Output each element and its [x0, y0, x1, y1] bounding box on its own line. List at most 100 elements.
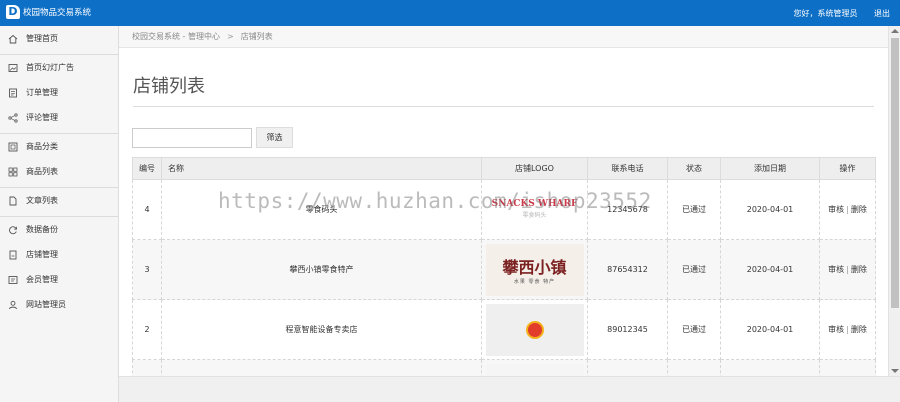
image-icon — [8, 63, 18, 73]
delete-link[interactable]: 删除 — [851, 325, 867, 334]
audit-link[interactable]: 审核 — [828, 205, 844, 214]
sidebar-item-label: 首页幻灯广告 — [26, 63, 74, 72]
user-greeting[interactable]: 您好，系统管理员 — [793, 9, 857, 18]
header-id: 编号 — [132, 157, 162, 180]
refresh-icon — [8, 225, 18, 235]
table-row: 3 攀西小镇零食特产 攀西小镇 水果 零食 特产 87654312 已通过 20… — [132, 239, 876, 300]
header-phone: 联系电话 — [587, 157, 668, 180]
home-icon — [8, 34, 18, 44]
cell-status: 已通过 — [667, 179, 721, 240]
logo-text: 攀西小镇 — [502, 258, 567, 277]
action-separator: | — [846, 205, 849, 214]
user-icon — [8, 300, 18, 310]
delete-link[interactable]: 删除 — [851, 265, 867, 274]
cell-id: 3 — [132, 239, 162, 300]
main-content: 校园交易系统 - 管理中心 > 店铺列表 店铺列表 筛选 编号 名称 店铺LOGO … — [119, 26, 888, 402]
cell-actions: 审核 | 删除 — [819, 299, 876, 360]
grid-icon — [8, 167, 18, 177]
filter-button[interactable]: 筛选 — [256, 127, 293, 148]
sidebar-item-members[interactable]: 会员管理 — [0, 267, 118, 292]
sidebar-item-label: 网站管理员 — [26, 300, 66, 309]
sidebar-item-banner-ads[interactable]: 首页幻灯广告 — [0, 54, 118, 80]
document-icon — [8, 196, 18, 206]
sidebar-item-dashboard[interactable]: 管理首页 — [0, 26, 118, 51]
audit-link[interactable]: 审核 — [828, 265, 844, 274]
shop-logo-image — [485, 303, 584, 356]
cell-name: 攀西小镇零食特产 — [161, 239, 482, 300]
sidebar-item-label: 评论管理 — [26, 113, 58, 122]
sidebar-item-articles[interactable]: 文章列表 — [0, 187, 118, 213]
breadcrumb-current: 店铺列表 — [240, 32, 273, 41]
cell-phone: 87654312 — [587, 239, 668, 300]
breadcrumb: 校园交易系统 - 管理中心 > 店铺列表 — [119, 26, 888, 48]
title-divider — [133, 106, 874, 107]
logo-subtext: 水果 零食 特产 — [513, 279, 556, 285]
sidebar-item-products[interactable]: 商品列表 — [0, 159, 118, 184]
sidebar-item-categories[interactable]: 商品分类 — [0, 133, 118, 159]
header-date: 添加日期 — [720, 157, 820, 180]
cell-date: 2020-04-01 — [720, 179, 820, 240]
order-icon — [8, 88, 18, 98]
cell-id: 2 — [132, 299, 162, 360]
scroll-thumb[interactable] — [891, 38, 899, 308]
cell-logo: SNACKS WHARF 零食码头 — [481, 179, 588, 240]
sidebar-item-shops[interactable]: 店铺管理 — [0, 242, 118, 267]
sidebar-item-backup[interactable]: 数据备份 — [0, 216, 118, 242]
action-separator: | — [846, 265, 849, 274]
logout-link[interactable]: 退出 — [874, 9, 890, 18]
share-icon — [8, 112, 18, 123]
app-logo[interactable]: D 校园物品交易系统 — [6, 5, 91, 19]
cell-status: 已通过 — [667, 299, 721, 360]
header-actions: 操作 — [819, 157, 876, 180]
sidebar-item-comments[interactable]: 评论管理 — [0, 105, 118, 130]
cell-logo: 攀西小镇 水果 零食 特产 — [481, 239, 588, 300]
member-icon — [8, 275, 18, 285]
cell-phone: 89012345 — [587, 299, 668, 360]
sidebar-item-label: 商品列表 — [26, 167, 58, 176]
logo-emblem-icon — [525, 320, 544, 339]
sidebar-item-label: 管理首页 — [26, 34, 58, 43]
sidebar-item-label: 商品分类 — [26, 142, 58, 151]
header-status: 状态 — [667, 157, 721, 180]
top-bar: D 校园物品交易系统 您好，系统管理员 退出 — [0, 0, 900, 26]
shop-table: 编号 名称 店铺LOGO 联系电话 状态 添加日期 操作 4 零食码头 SNAC… — [132, 157, 876, 402]
cell-actions: 审核 | 删除 — [819, 179, 876, 240]
sidebar-item-orders[interactable]: 订单管理 — [0, 80, 118, 105]
cell-logo — [481, 299, 588, 360]
sidebar-item-label: 文章列表 — [26, 196, 58, 205]
sidebar-item-label: 会员管理 — [26, 275, 58, 284]
logo-icon: D — [6, 5, 20, 19]
bottom-bar — [119, 376, 900, 402]
audit-link[interactable]: 审核 — [828, 325, 844, 334]
page-title: 店铺列表 — [133, 76, 205, 97]
sidebar-item-admins[interactable]: 网站管理员 — [0, 292, 118, 317]
table-row: 4 零食码头 SNACKS WHARF 零食码头 12345678 已通过 20… — [132, 179, 876, 240]
sidebar-item-label: 店铺管理 — [26, 250, 58, 259]
logo-subtext: 零食码头 — [522, 211, 547, 219]
breadcrumb-root[interactable]: 校园交易系统 - 管理中心 — [132, 32, 220, 41]
vertical-scrollbar[interactable] — [888, 26, 900, 376]
sidebar-item-label: 数据备份 — [26, 225, 58, 234]
sidebar-item-label: 订单管理 — [26, 88, 58, 97]
cell-date: 2020-04-01 — [720, 239, 820, 300]
cell-name: 程意智能设备专卖店 — [161, 299, 482, 360]
scroll-down-icon[interactable] — [891, 369, 899, 373]
cell-status: 已通过 — [667, 239, 721, 300]
cell-id: 4 — [132, 179, 162, 240]
filter-input[interactable] — [132, 128, 252, 148]
cell-date: 2020-04-01 — [720, 299, 820, 360]
category-icon — [8, 142, 18, 152]
shop-icon — [8, 250, 18, 260]
shop-logo-image: 攀西小镇 水果 零食 特产 — [485, 243, 584, 296]
sidebar: 管理首页 首页幻灯广告 订单管理 评论管理 商品分类 商品列表 文章列表 数据备… — [0, 26, 119, 402]
cell-name: 零食码头 — [161, 179, 482, 240]
action-separator: | — [846, 325, 849, 334]
breadcrumb-separator: > — [226, 32, 234, 41]
cell-phone: 12345678 — [587, 179, 668, 240]
header-logo: 店铺LOGO — [481, 157, 588, 180]
table-header-row: 编号 名称 店铺LOGO 联系电话 状态 添加日期 操作 — [132, 157, 876, 180]
delete-link[interactable]: 删除 — [851, 205, 867, 214]
app-title: 校园物品交易系统 — [23, 8, 92, 18]
cell-actions: 审核 | 删除 — [819, 239, 876, 300]
scroll-up-icon[interactable] — [891, 29, 899, 33]
